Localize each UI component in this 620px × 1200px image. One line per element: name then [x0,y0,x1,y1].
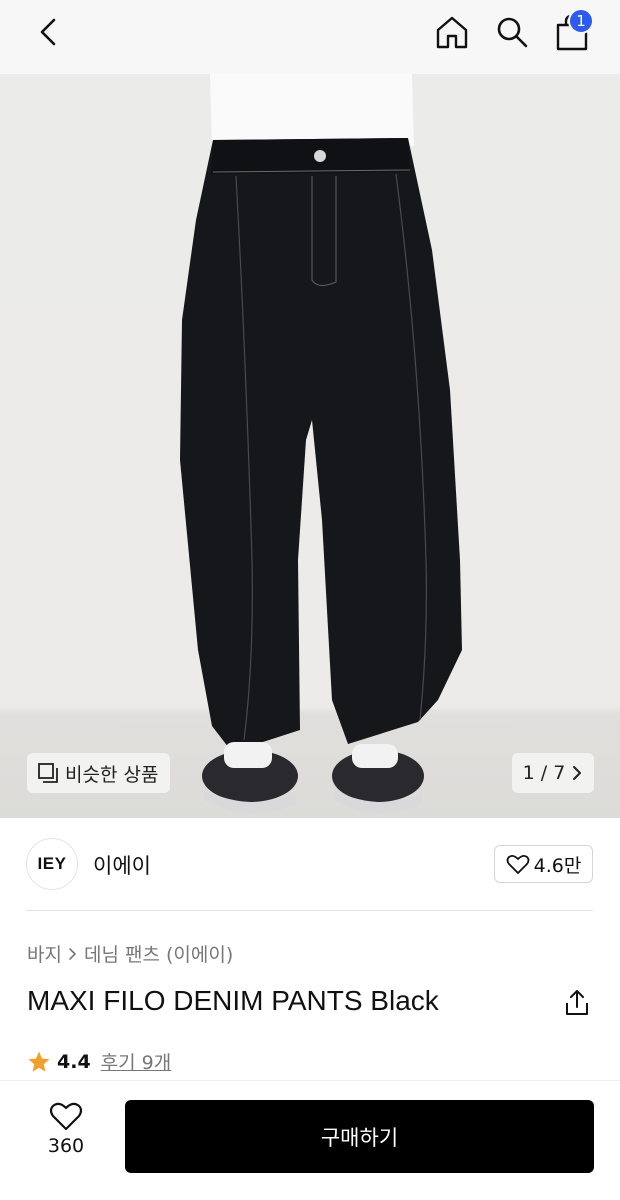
home-button[interactable] [430,10,474,54]
search-button[interactable] [490,10,534,54]
product-photo-illustration [180,74,462,814]
similar-products-button[interactable]: 비슷한 상품 [27,753,171,793]
divider [26,910,593,911]
brand-row: IEY 이에이 4.6만 [0,818,620,912]
breadcrumb-subcategory[interactable]: 데님 팬츠 (이에이) [84,940,233,967]
wishlist-button[interactable]: 360 [36,1101,96,1171]
image-pager[interactable]: 1 / 7 [512,753,594,793]
cart-button[interactable]: 1 [548,8,596,56]
copy-icon [38,763,58,783]
rating-value: 4.4 [57,1050,91,1073]
product-title: MAXI FILO DENIM PANTS Black [27,985,439,1016]
heart-outline-icon [49,1102,83,1131]
chevron-right-icon [69,947,77,960]
back-button[interactable] [28,12,68,52]
share-button[interactable] [561,987,593,1019]
brand-logo[interactable]: IEY [26,838,78,890]
heart-outline-icon [506,854,530,874]
rating-row: 4.4 후기 9개 [27,1048,171,1075]
brand-logo-text: IEY [37,854,67,873]
home-icon [436,16,468,49]
brand-name[interactable]: 이에이 [93,850,151,880]
chevron-right-icon [573,766,582,780]
share-icon [566,990,588,1015]
wishlist-count: 360 [47,1135,85,1157]
page-indicator: 1 / 7 [522,762,566,784]
breadcrumb-category[interactable]: 바지 [27,940,62,967]
star-icon [28,1051,50,1072]
breadcrumb: 바지 데님 팬츠 (이에이) [27,940,233,967]
buy-button[interactable]: 구매하기 [125,1100,594,1173]
product-image[interactable] [0,74,620,818]
buy-button-label: 구매하기 [320,1125,399,1150]
review-link[interactable]: 후기 9개 [101,1048,172,1075]
search-icon [497,17,528,48]
brand-like-count: 4.6만 [533,854,582,877]
bottom-action-bar: 360 구매하기 [0,1080,620,1200]
brand-like-button[interactable]: 4.6만 [494,845,593,883]
chevron-left-icon [40,18,56,46]
similar-products-label: 비슷한 상품 [65,763,159,786]
cart-count-badge: 1 [568,8,594,34]
top-navigation-bar: 1 [0,0,620,74]
